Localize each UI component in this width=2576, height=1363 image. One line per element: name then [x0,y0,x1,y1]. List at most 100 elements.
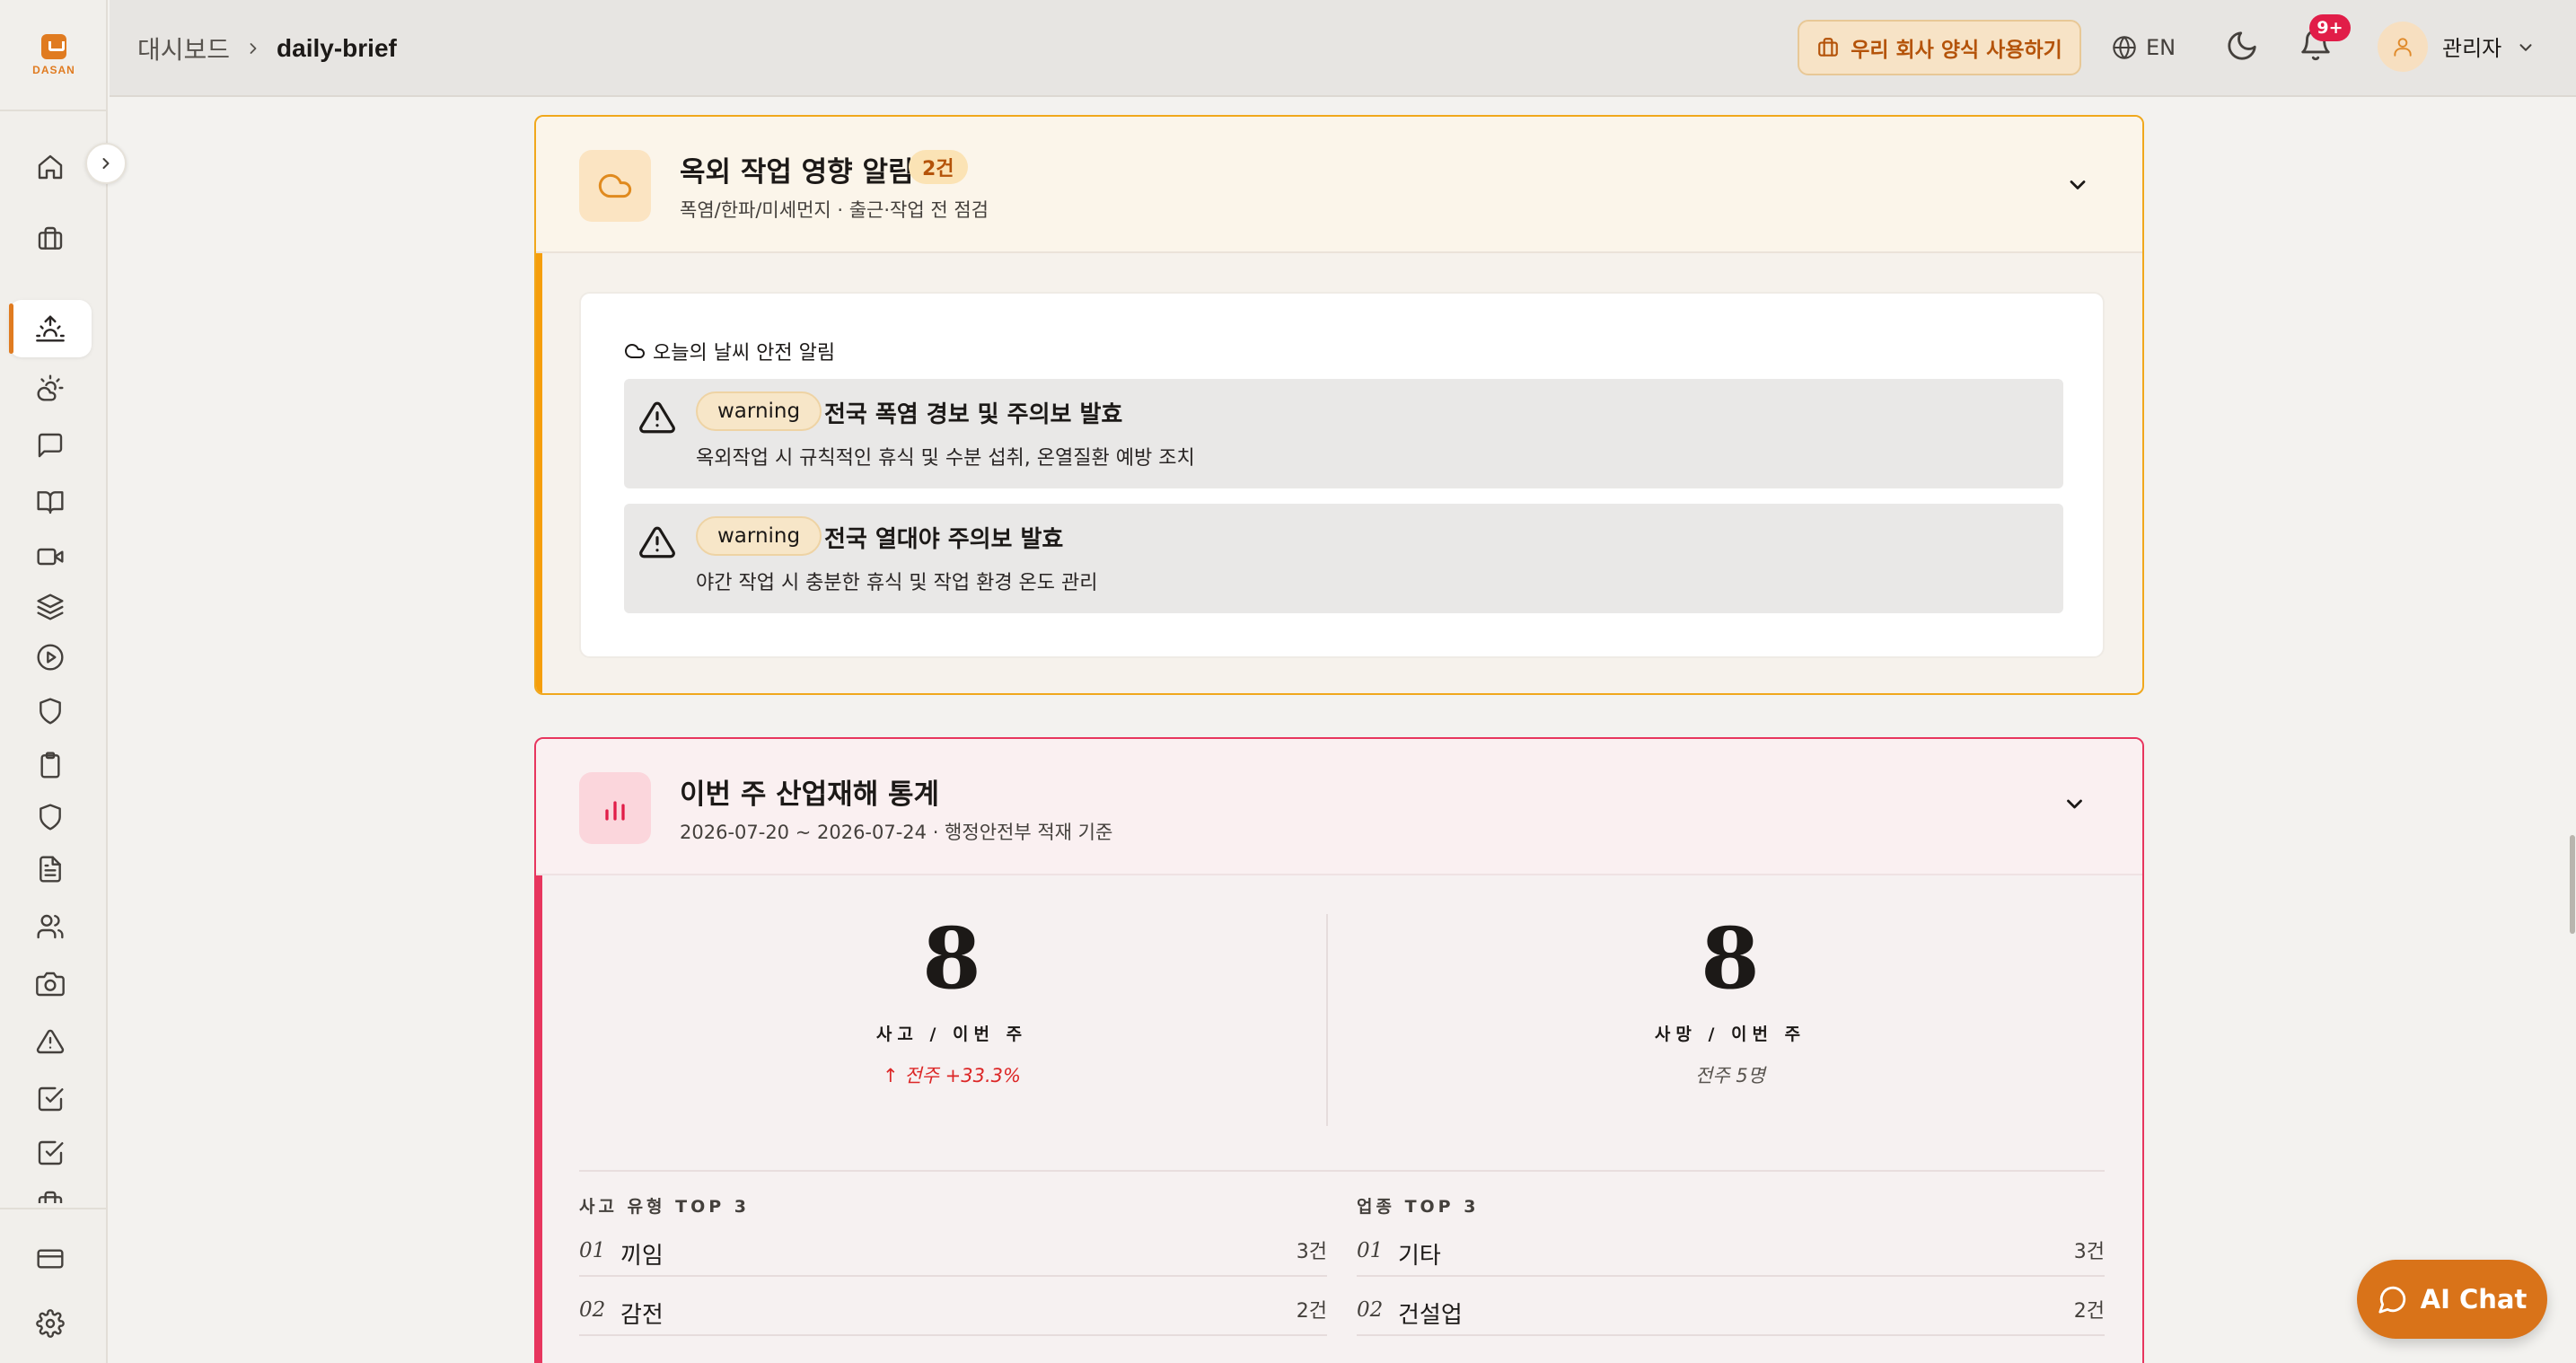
industrial-accident-stats-card: 이번 주 산업재해 통계 2026-07-20 ~ 2026-07-24 · 행… [534,737,2144,1363]
industry-top3: 업종 TOP 3 01 기타 3건 02 건설업 2건 [1357,1193,2105,1336]
list-item: 01 기타 3건 [1357,1218,2105,1277]
use-company-template-label: 우리 회사 양식 사용하기 [1851,39,2062,62]
accidents-value: 8 [922,910,981,1008]
chevron-down-icon[interactable] [2065,795,2090,820]
sidebar: DASAN [0,0,108,1363]
item-name: 기타 [1398,1243,1441,1270]
theme-toggle[interactable] [2225,29,2259,63]
sidebar-item-messages[interactable] [9,417,92,474]
shield-icon [40,698,61,725]
rank: 02 [579,1298,606,1322]
list-item: 02 감전 2건 [579,1277,1327,1336]
item-name: 끼임 [620,1243,664,1270]
deaths-value: 8 [1701,910,1760,1008]
sunrise-icon [36,315,65,342]
cloud-icon [598,173,632,198]
breadcrumb-home[interactable]: 대시보드 [137,31,230,66]
alert-triangle-icon [639,401,675,434]
sidebar-item-weather[interactable] [9,359,92,417]
check-square-icon [38,1140,64,1165]
credit-card-icon [37,1249,64,1269]
stats-card-title: 이번 주 산업재해 통계 [680,778,940,811]
list-item: 02 건설업 2건 [1357,1277,2105,1336]
alert-description: 야간 작업 시 충분한 휴식 및 작업 환경 온도 관리 [696,572,1098,594]
book-icon [37,491,64,514]
weather-card-header[interactable]: 옥외 작업 영향 알림 2건 폭염/한파/미세먼지 · 출근·작업 전 점검 [536,117,2142,253]
sidebar-item-briefcase[interactable] [9,210,92,268]
language-label: EN [2146,35,2176,60]
alert-description: 옥외작업 시 규칙적인 휴식 및 수분 섭취, 온열질환 예방 조치 [696,447,1195,470]
item-count: 2건 [2073,1300,2105,1323]
item-count: 2건 [1296,1300,1327,1323]
shield-icon [40,804,61,831]
breadcrumb: 대시보드 daily-brief [137,0,397,97]
user-icon [2394,38,2412,57]
alert-triangle-icon [639,526,675,558]
sidebar-item-play[interactable] [9,629,92,686]
sidebar-item-layers[interactable] [9,578,92,636]
weather-card-subtitle: 폭염/한파/미세먼지 · 출근·작업 전 점검 [680,199,989,221]
list-item: 01 끼임 3건 [579,1218,1327,1277]
sidebar-item-billing[interactable] [9,1230,92,1288]
language-switcher[interactable]: EN [2112,20,2176,75]
sidebar-item-settings[interactable] [9,1295,92,1352]
message-icon [38,433,63,458]
page-scrollbar[interactable] [2570,835,2575,934]
briefcase-icon [38,226,63,250]
clipboard-icon [40,752,60,778]
logo-text: DASAN [32,63,75,76]
notification-badge: 9+ [2309,14,2351,41]
top-header: 대시보드 daily-brief 우리 회사 양식 사용하기 EN 9+ 관리자 [110,0,2576,97]
rank: 02 [1357,1298,1384,1322]
sidebar-item-video[interactable] [9,528,92,585]
breadcrumb-separator-icon [244,40,262,57]
item-count: 3건 [2073,1241,2105,1263]
logo[interactable]: DASAN [0,0,108,111]
deaths-delta: 전주 5명 [1695,1065,1765,1086]
weather-card-icon [579,150,651,222]
sidebar-item-documents[interactable] [9,840,92,898]
sidebar-item-daily-brief[interactable] [9,300,92,357]
avatar[interactable] [2378,22,2428,72]
briefcase-icon [1818,38,1839,57]
chevron-down-icon[interactable] [2516,38,2536,57]
sidebar-item-briefcase-2[interactable] [9,1173,92,1203]
sidebar-item-hazards[interactable] [9,1013,92,1070]
user-name[interactable]: 관리자 [2442,31,2501,62]
sidebar-item-camera[interactable] [9,955,92,1013]
check-square-icon [38,1086,64,1112]
stats-card-header[interactable]: 이번 주 산업재해 통계 2026-07-20 ~ 2026-07-24 · 행… [536,739,2142,875]
home-icon [38,154,63,180]
video-icon [37,548,64,566]
settings-icon [36,1309,65,1338]
accidents-stat: 8 사고 / 이번 주 ↑ 전주 +33.3% [579,910,1324,1088]
sidebar-item-shield[interactable] [9,682,92,740]
layers-icon [37,594,64,620]
sidebar-item-clipboard[interactable] [9,736,92,794]
weather-alert-row[interactable]: warning 전국 폭염 경보 및 주의보 발효 옥외작업 시 규칙적인 휴식… [624,379,2063,488]
sidebar-item-book[interactable] [9,473,92,531]
file-text-icon [40,856,61,883]
deaths-label: 사망 / 이번 주 [1654,1024,1807,1044]
weather-alert-count-badge: 2건 [909,150,968,184]
sidebar-expand-button[interactable] [85,143,127,184]
deaths-stat: 8 사망 / 이번 주 전주 5명 [1358,910,2103,1088]
item-name: 건설업 [1398,1302,1463,1329]
alert-level-badge: warning [696,516,822,556]
chevron-down-icon[interactable] [2065,172,2090,198]
sidebar-item-home[interactable] [9,138,92,196]
sidebar-item-checklist[interactable] [9,1070,92,1128]
users-icon [37,914,64,939]
use-company-template-button[interactable]: 우리 회사 양식 사용하기 [1798,20,2081,75]
ai-chat-button[interactable]: AI Chat [2357,1260,2547,1339]
outdoor-work-impact-card: 옥외 작업 영향 알림 2건 폭염/한파/미세먼지 · 출근·작업 전 점검 오… [534,115,2144,695]
alert-title: 전국 열대야 주의보 발효 [824,526,1064,553]
sidebar-item-users[interactable] [9,898,92,955]
weather-alert-row[interactable]: warning 전국 열대야 주의보 발효 야간 작업 시 충분한 휴식 및 작… [624,504,2063,613]
item-count: 3건 [1296,1241,1327,1263]
briefcase-icon [38,1191,63,1203]
stats-card-icon [579,772,651,844]
stats-divider [1326,914,1328,1126]
sidebar-item-shield-2[interactable] [9,788,92,846]
play-circle-icon [37,644,64,671]
